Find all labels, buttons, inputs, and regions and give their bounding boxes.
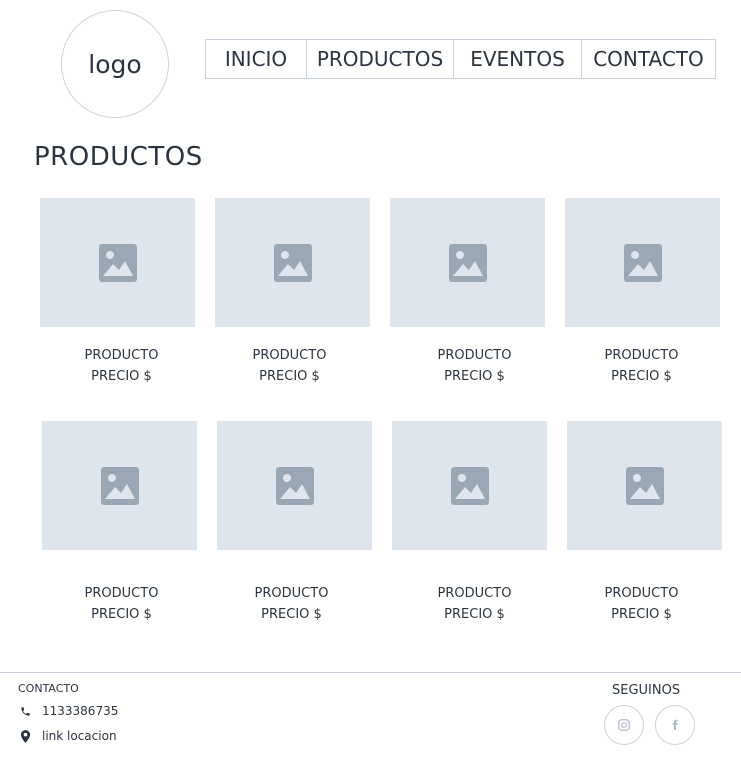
- image-placeholder-icon: [100, 466, 139, 505]
- image-placeholder-icon: [275, 466, 314, 505]
- image-placeholder-icon: [98, 243, 137, 282]
- footer-location[interactable]: link locacion: [18, 729, 117, 743]
- image-placeholder-icon: [273, 243, 312, 282]
- product-name: PRODUCTO: [254, 586, 329, 601]
- product-name: PRODUCTO: [437, 586, 512, 601]
- product-price: PRECIO $: [611, 369, 672, 384]
- product-name: PRODUCTO: [252, 348, 327, 363]
- footer: CONTACTO 1133386735 link locacion SEGUIN…: [0, 672, 741, 763]
- product-price: PRECIO $: [611, 607, 672, 622]
- nav-item-inicio[interactable]: INICIO: [206, 40, 307, 78]
- product-price: PRECIO $: [91, 607, 152, 622]
- page-title: PRODUCTOS: [34, 142, 203, 172]
- product-name: PRODUCTO: [604, 586, 679, 601]
- product-price: PRECIO $: [444, 607, 505, 622]
- logo-text: logo: [88, 49, 142, 79]
- product-image[interactable]: [567, 421, 722, 550]
- location-link: link locacion: [42, 729, 117, 743]
- main-nav: INICIO PRODUCTOS EVENTOS CONTACTO: [205, 39, 716, 79]
- product-image[interactable]: [565, 198, 720, 327]
- product-card-text[interactable]: PRODUCTO PRECIO $: [564, 583, 719, 625]
- product-card-text[interactable]: PRODUCTO PRECIO $: [397, 345, 552, 387]
- product-image[interactable]: [40, 198, 195, 327]
- footer-phone[interactable]: 1133386735: [18, 704, 118, 718]
- product-image[interactable]: [217, 421, 372, 550]
- product-price: PRECIO $: [444, 369, 505, 384]
- product-image[interactable]: [215, 198, 370, 327]
- footer-follow-heading: SEGUINOS: [612, 683, 681, 698]
- image-placeholder-icon: [625, 466, 664, 505]
- product-card-text[interactable]: PRODUCTO PRECIO $: [212, 345, 367, 387]
- facebook-icon: [672, 719, 678, 730]
- product-price: PRECIO $: [91, 369, 152, 384]
- product-name: PRODUCTO: [84, 586, 159, 601]
- instagram-button[interactable]: [604, 705, 644, 745]
- product-price: PRECIO $: [261, 607, 322, 622]
- phone-icon: [18, 704, 32, 718]
- product-name: PRODUCTO: [437, 348, 512, 363]
- product-card-text[interactable]: PRODUCTO PRECIO $: [397, 583, 552, 625]
- facebook-button[interactable]: [655, 705, 695, 745]
- image-placeholder-icon: [448, 243, 487, 282]
- product-image[interactable]: [392, 421, 547, 550]
- image-placeholder-icon: [450, 466, 489, 505]
- instagram-icon: [618, 719, 630, 731]
- phone-number: 1133386735: [42, 704, 119, 718]
- location-pin-icon: [18, 729, 32, 743]
- product-price: PRECIO $: [259, 369, 320, 384]
- footer-contact-heading: CONTACTO: [18, 682, 79, 695]
- product-name: PRODUCTO: [604, 348, 679, 363]
- product-card-text[interactable]: PRODUCTO PRECIO $: [44, 345, 199, 387]
- image-placeholder-icon: [623, 243, 662, 282]
- product-card-text[interactable]: PRODUCTO PRECIO $: [214, 583, 369, 625]
- product-card-text[interactable]: PRODUCTO PRECIO $: [564, 345, 719, 387]
- product-image[interactable]: [390, 198, 545, 327]
- logo[interactable]: logo: [61, 10, 169, 118]
- nav-item-productos[interactable]: PRODUCTOS: [307, 40, 454, 78]
- nav-item-eventos[interactable]: EVENTOS: [454, 40, 582, 78]
- product-card-text[interactable]: PRODUCTO PRECIO $: [44, 583, 199, 625]
- product-image[interactable]: [42, 421, 197, 550]
- product-name: PRODUCTO: [84, 348, 159, 363]
- nav-item-contacto[interactable]: CONTACTO: [582, 40, 715, 78]
